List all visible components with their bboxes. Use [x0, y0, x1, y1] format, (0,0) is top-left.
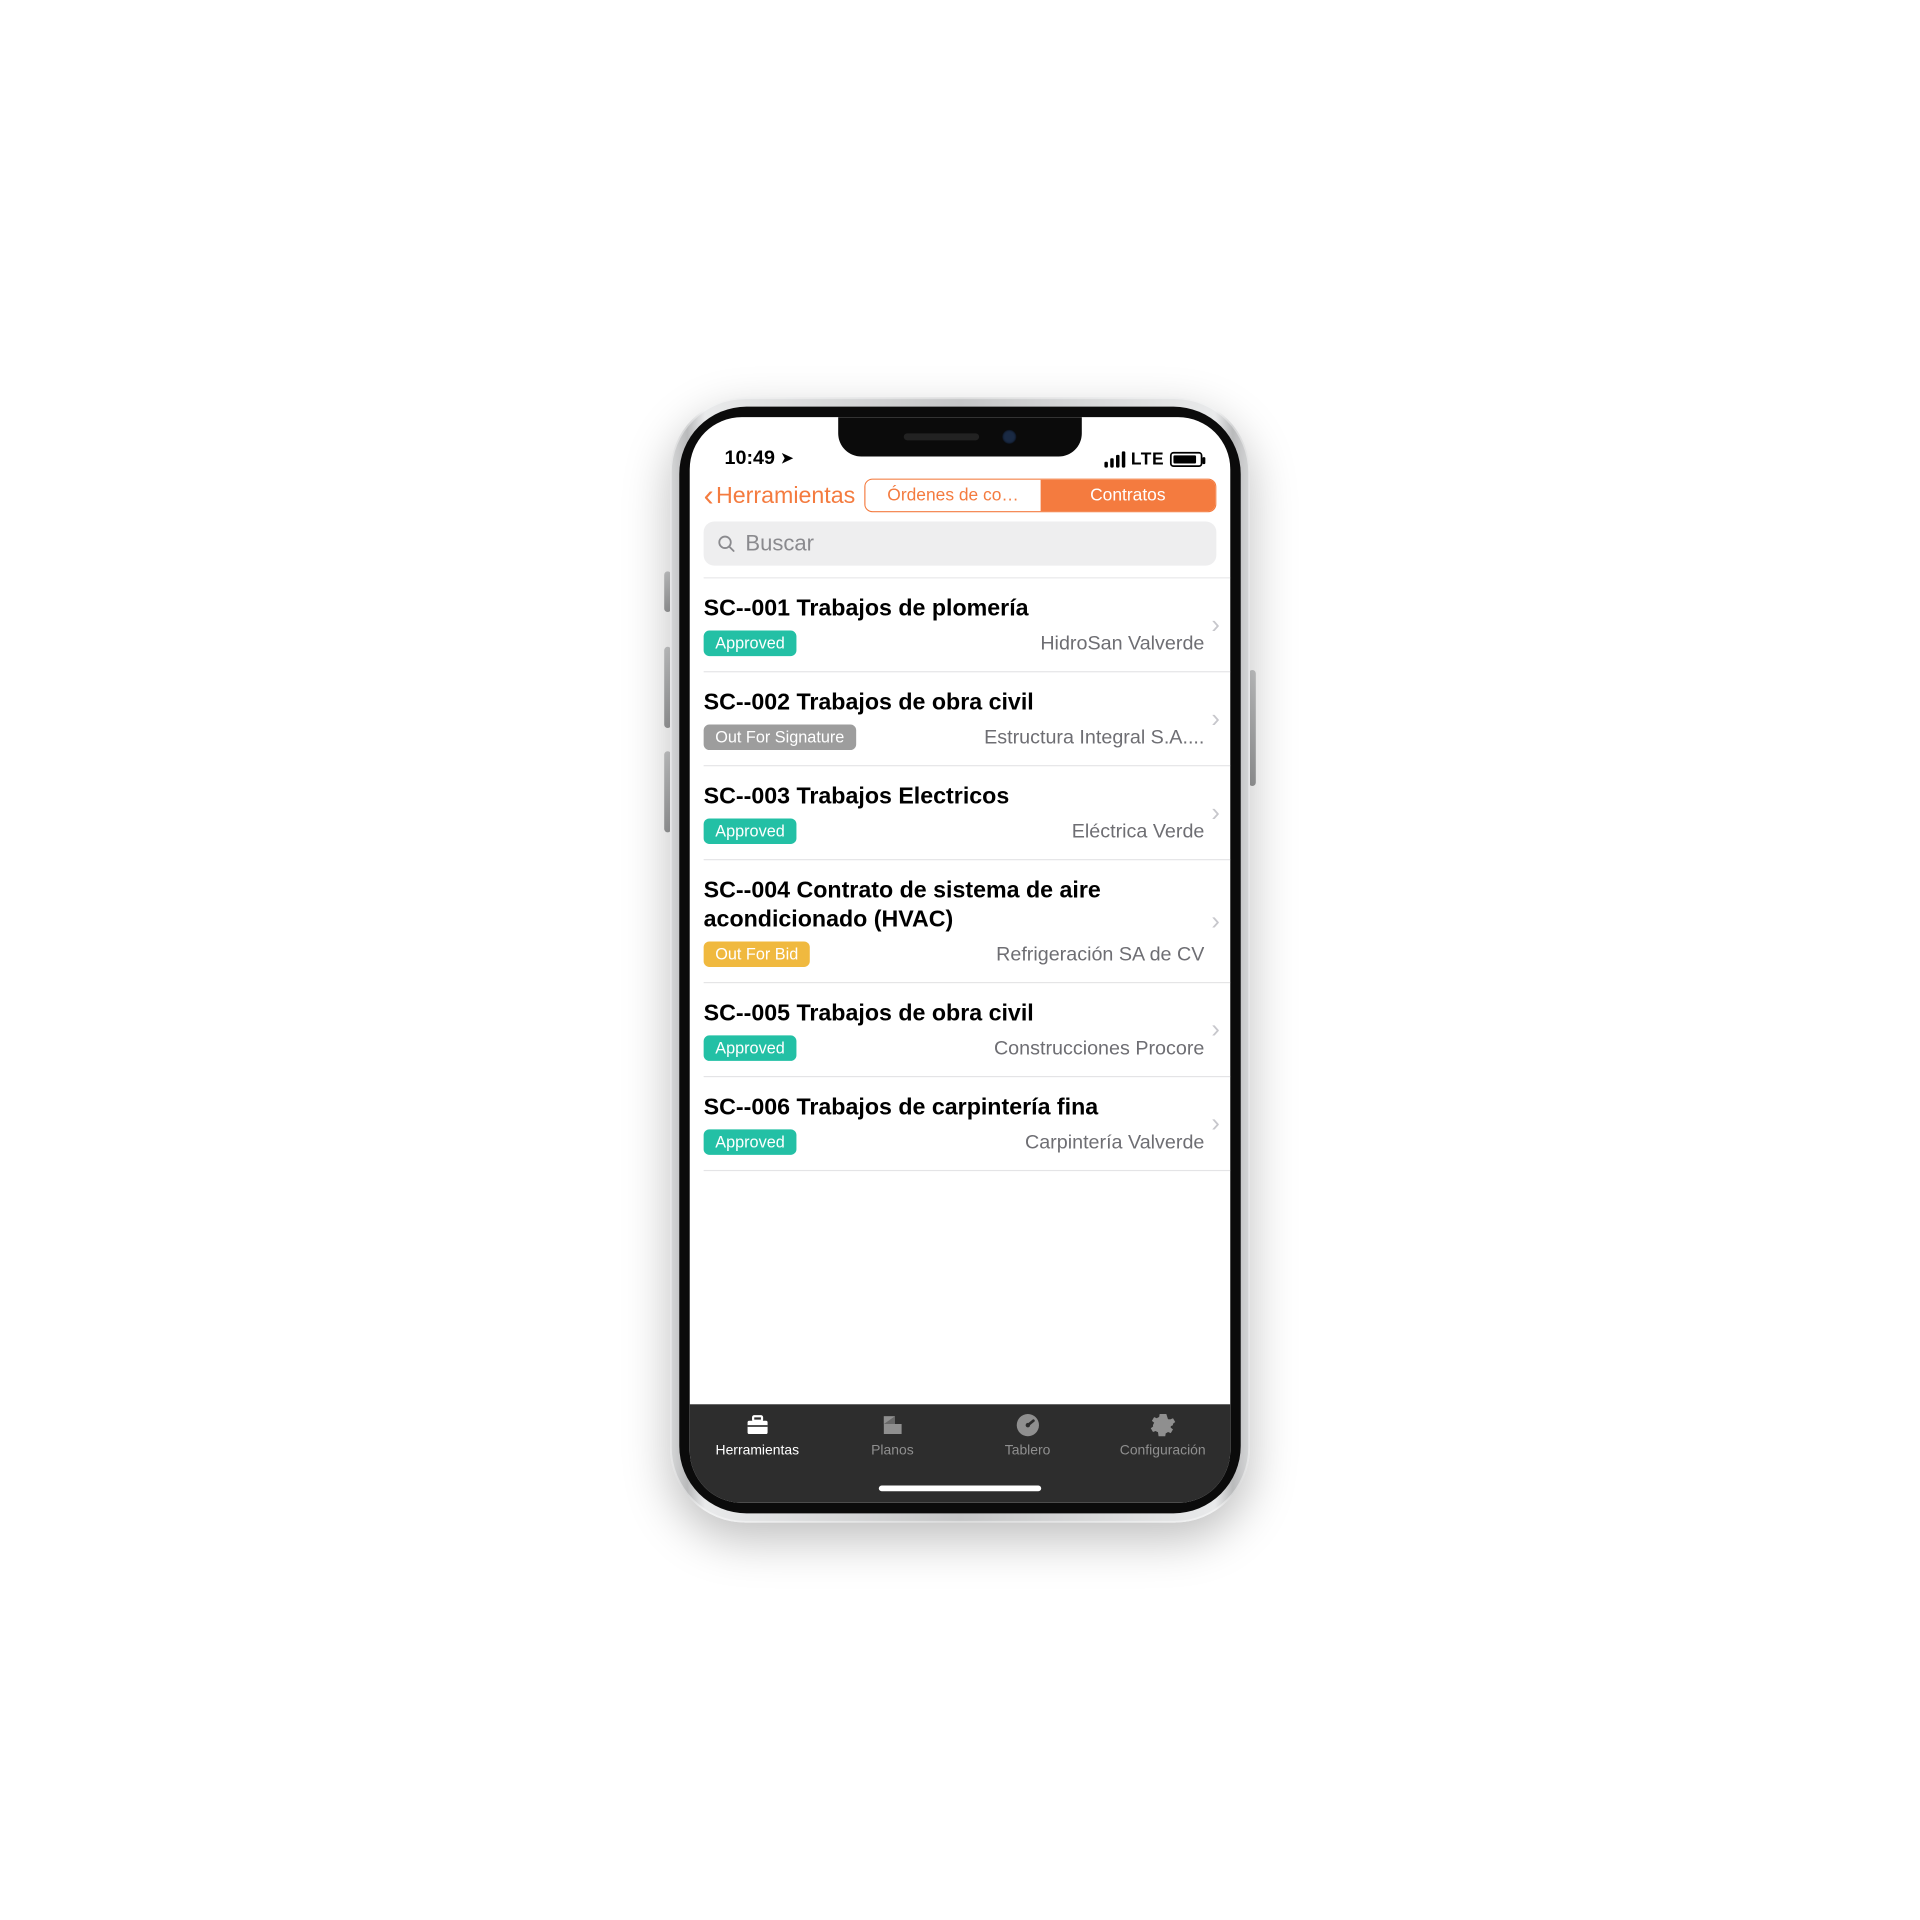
- contract-row[interactable]: SC--001 Trabajos de plomería Approved Hidr…: [690, 578, 1231, 671]
- chevron-right-icon: ›: [1211, 1015, 1220, 1044]
- search-input[interactable]: [745, 531, 1203, 556]
- contract-title: SC--005 Trabajos de obra civil: [704, 998, 1205, 1027]
- contract-company: Estructura Integral S.A....: [868, 726, 1205, 749]
- contract-title: SC--006 Trabajos de carpintería fina: [704, 1092, 1205, 1121]
- contract-row[interactable]: SC--002 Trabajos de obra civil Out For Si…: [690, 672, 1231, 765]
- gauge-icon: [1013, 1412, 1042, 1438]
- battery-icon: [1170, 452, 1202, 467]
- home-indicator[interactable]: [879, 1485, 1041, 1491]
- contract-row[interactable]: SC--006 Trabajos de carpintería fina Appr…: [690, 1077, 1231, 1170]
- contract-row[interactable]: SC--003 Trabajos Electricos Approved Eléct…: [690, 766, 1231, 859]
- contract-title: SC--002 Trabajos de obra civil: [704, 687, 1205, 716]
- chevron-right-icon: ›: [1211, 1109, 1220, 1138]
- status-badge: Approved: [704, 1129, 797, 1155]
- contract-title: SC--001 Trabajos de plomería: [704, 593, 1205, 622]
- chevron-right-icon: ›: [1211, 907, 1220, 936]
- tab-tools-label: Herramientas: [716, 1443, 800, 1459]
- tab-settings-label: Configuración: [1120, 1443, 1206, 1459]
- contract-row[interactable]: SC--005 Trabajos de obra civil Approved Co…: [690, 983, 1231, 1076]
- contract-company: Eléctrica Verde: [808, 820, 1204, 843]
- device-notch: [838, 417, 1082, 456]
- contract-row[interactable]: SC--004 Contrato de sistema de aire acon…: [690, 860, 1231, 982]
- chevron-right-icon: ›: [1211, 798, 1220, 827]
- contract-company: Refrigeración SA de CV: [821, 943, 1204, 966]
- blueprint-icon: [878, 1412, 907, 1438]
- tab-dashboard-label: Tablero: [1005, 1443, 1051, 1459]
- nav-bar: ‹ Herramientas Órdenes de co… Contratos: [690, 473, 1231, 522]
- contract-company: HidroSan Valverde: [808, 632, 1204, 655]
- cellular-signal-icon: [1104, 451, 1125, 467]
- contract-title: SC--004 Contrato de sistema de aire acon…: [704, 875, 1205, 933]
- segment-orders[interactable]: Órdenes de co…: [866, 480, 1041, 511]
- search-field[interactable]: [704, 522, 1217, 566]
- status-badge: Approved: [704, 1035, 797, 1061]
- chevron-right-icon: ›: [1211, 610, 1220, 639]
- contract-company: Carpintería Valverde: [808, 1131, 1204, 1154]
- tab-plans-label: Planos: [871, 1443, 914, 1459]
- segmented-control: Órdenes de co… Contratos: [865, 479, 1217, 513]
- contract-title: SC--003 Trabajos Electricos: [704, 781, 1205, 810]
- briefcase-icon: [743, 1412, 772, 1438]
- tab-settings[interactable]: Configuración: [1095, 1412, 1230, 1502]
- chevron-right-icon: ›: [1211, 704, 1220, 733]
- status-badge: Approved: [704, 631, 797, 657]
- contract-company: Construcciones Procore: [808, 1037, 1204, 1060]
- contracts-list[interactable]: SC--001 Trabajos de plomería Approved Hidr…: [690, 577, 1231, 1404]
- segment-orders-label: Órdenes de co…: [887, 486, 1019, 506]
- segment-contracts-label: Contratos: [1090, 486, 1165, 506]
- back-label: Herramientas: [716, 482, 855, 508]
- status-badge: Out For Bid: [704, 941, 810, 967]
- gear-icon: [1148, 1412, 1177, 1438]
- phone-screen: 10:49 ➤ LTE ‹ Herramientas Órdenes de co…: [690, 417, 1231, 1503]
- chevron-left-icon: ‹: [704, 480, 714, 510]
- network-label: LTE: [1131, 450, 1164, 470]
- back-button[interactable]: ‹ Herramientas: [704, 480, 856, 510]
- status-badge: Approved: [704, 818, 797, 844]
- status-time: 10:49: [725, 447, 775, 470]
- search-icon: [716, 534, 736, 554]
- status-badge: Out For Signature: [704, 725, 856, 751]
- tab-tools[interactable]: Herramientas: [690, 1412, 825, 1502]
- segment-contracts[interactable]: Contratos: [1040, 480, 1215, 511]
- location-arrow-icon: ➤: [781, 449, 794, 467]
